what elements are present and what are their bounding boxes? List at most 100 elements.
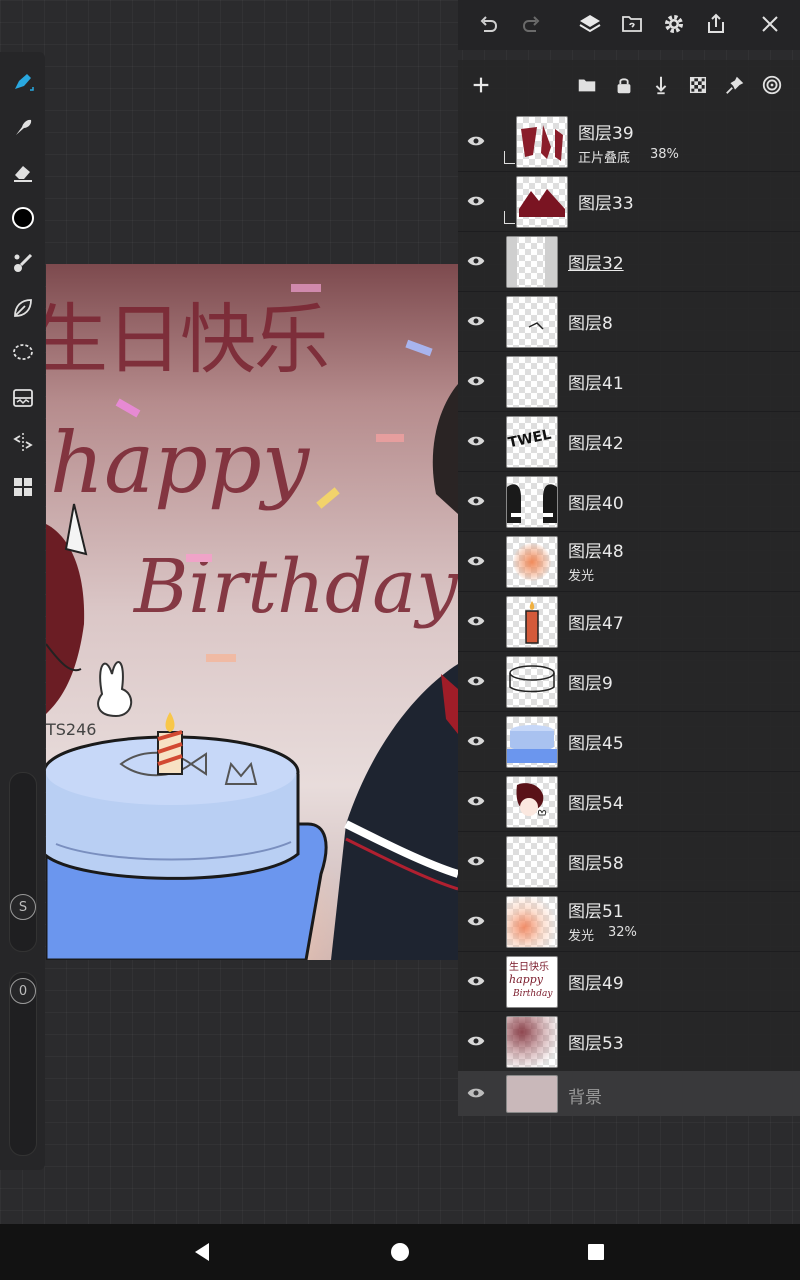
eye-icon xyxy=(467,1036,485,1046)
layer-thumbnail: 生日快乐 happy Birthday xyxy=(506,956,558,1008)
layer-row[interactable]: 图层33 xyxy=(458,171,800,232)
layer-row[interactable]: TWEL 图层42 xyxy=(458,411,800,472)
smudge-tool-button[interactable] xyxy=(0,107,45,147)
background-color-swatch[interactable] xyxy=(506,1075,558,1113)
top-action-bar xyxy=(458,0,800,50)
eraser-icon xyxy=(13,166,32,182)
symmetry-tool-button[interactable] xyxy=(0,422,45,462)
visibility-toggle[interactable] xyxy=(464,669,488,693)
settings-icon xyxy=(665,15,683,33)
background-layer-row[interactable]: 背景 xyxy=(458,1071,800,1116)
layer-row-selected[interactable]: 图层32 xyxy=(458,231,800,292)
lock-icon xyxy=(617,78,631,94)
eye-icon xyxy=(467,136,485,146)
export-button[interactable] xyxy=(698,6,734,42)
visibility-toggle[interactable] xyxy=(464,429,488,453)
lasso-tool-button[interactable] xyxy=(0,333,45,373)
visibility-toggle[interactable] xyxy=(464,909,488,933)
layer-row[interactable]: 图层40 xyxy=(458,471,800,532)
merge-down-button[interactable] xyxy=(646,70,676,100)
layer-row[interactable]: 图层47 xyxy=(458,591,800,652)
recents-button[interactable] xyxy=(582,1238,610,1266)
layer-name: 图层53 xyxy=(568,1034,624,1054)
layer-thumbnail xyxy=(506,896,558,948)
layer-row[interactable]: 图层54 xyxy=(458,771,800,832)
layers-button[interactable] xyxy=(572,6,608,42)
left-toolbar: S 0 xyxy=(0,52,45,1170)
home-button[interactable] xyxy=(386,1238,414,1266)
visibility-toggle[interactable] xyxy=(464,789,488,813)
brush-opacity-knob[interactable]: 0 xyxy=(10,978,36,1004)
blend-icon xyxy=(13,253,32,272)
merge-down-icon xyxy=(655,76,667,95)
layer-row[interactable]: 生日快乐 happy Birthday 图层49 xyxy=(458,951,800,1012)
layer-opacity: 32% xyxy=(608,925,637,940)
visibility-toggle[interactable] xyxy=(464,609,488,633)
layer-row[interactable]: 图层58 xyxy=(458,831,800,892)
thumb-text-line3: Birthday xyxy=(513,989,553,999)
pin-layer-button[interactable] xyxy=(720,70,750,100)
brush-size-knob[interactable]: S xyxy=(10,894,36,920)
settings-button[interactable] xyxy=(656,6,692,42)
eraser-tool-button[interactable] xyxy=(0,152,45,192)
layer-opacity: 38% xyxy=(650,147,679,162)
visibility-toggle[interactable] xyxy=(464,1081,488,1105)
lock-layer-button[interactable] xyxy=(609,70,639,100)
reference-button[interactable] xyxy=(614,6,650,42)
canvas-drawing xyxy=(46,284,458,960)
visibility-toggle[interactable] xyxy=(464,729,488,753)
layer-settings-button[interactable] xyxy=(757,70,787,100)
alpha-lock-icon xyxy=(689,76,707,94)
export-icon xyxy=(708,13,724,33)
visibility-toggle[interactable] xyxy=(464,129,488,153)
visibility-toggle[interactable] xyxy=(464,309,488,333)
layer-blend-mode: 正片叠底 xyxy=(578,151,631,166)
color-picker-button[interactable] xyxy=(0,198,45,238)
group-layer-button[interactable] xyxy=(572,70,602,100)
adjust-tool-button[interactable] xyxy=(0,378,45,418)
layer-thumbnail xyxy=(506,776,558,828)
pin-icon xyxy=(726,76,744,94)
visibility-toggle[interactable] xyxy=(464,1029,488,1053)
layer-thumbnail xyxy=(506,1016,558,1068)
close-button[interactable] xyxy=(752,6,788,42)
eye-icon xyxy=(467,676,485,686)
blend-tool-button[interactable] xyxy=(0,243,45,283)
eye-icon xyxy=(467,616,485,626)
system-navigation-bar xyxy=(0,1224,800,1280)
add-layer-button[interactable] xyxy=(466,70,496,100)
layer-row[interactable]: 图层45 xyxy=(458,711,800,772)
close-icon xyxy=(762,16,778,32)
layer-row[interactable]: 图层8 xyxy=(458,291,800,352)
layer-row[interactable]: 图层51 发光 32% xyxy=(458,891,800,952)
layer-thumbnail: TWEL xyxy=(506,416,558,468)
drawing-canvas[interactable]: 生日快乐 happy Birthday TS246 xyxy=(46,264,458,960)
visibility-toggle[interactable] xyxy=(464,189,488,213)
alpha-lock-button[interactable] xyxy=(683,70,713,100)
visibility-toggle[interactable] xyxy=(464,849,488,873)
layer-name: 背景 xyxy=(568,1088,602,1108)
back-button[interactable] xyxy=(188,1238,216,1266)
layer-row[interactable]: 图层41 xyxy=(458,351,800,412)
redo-button[interactable] xyxy=(514,6,550,42)
visibility-toggle[interactable] xyxy=(464,489,488,513)
brush-tool-button[interactable] xyxy=(0,62,45,102)
layer-row[interactable]: 图层9 xyxy=(458,651,800,712)
brush-size-slider[interactable] xyxy=(9,772,37,952)
visibility-toggle[interactable] xyxy=(464,249,488,273)
layer-name: 图层58 xyxy=(568,854,624,874)
thumb-text-line1: 生日快乐 xyxy=(509,962,549,973)
thumb-text-twel: TWEL xyxy=(506,426,553,452)
gallery-tool-button[interactable] xyxy=(0,467,45,507)
layer-row[interactable]: 图层53 xyxy=(458,1011,800,1072)
layer-row[interactable]: 图层39 正片叠底 38% xyxy=(458,111,800,172)
visibility-toggle[interactable] xyxy=(464,969,488,993)
visibility-toggle[interactable] xyxy=(464,369,488,393)
layer-thumbnail xyxy=(506,536,558,588)
layer-row[interactable]: 图层48 发光 xyxy=(458,531,800,592)
undo-button[interactable] xyxy=(470,6,506,42)
visibility-toggle[interactable] xyxy=(464,549,488,573)
brush-icon xyxy=(14,74,34,91)
add-layer-icon xyxy=(473,77,489,93)
liquify-tool-button[interactable] xyxy=(0,288,45,328)
